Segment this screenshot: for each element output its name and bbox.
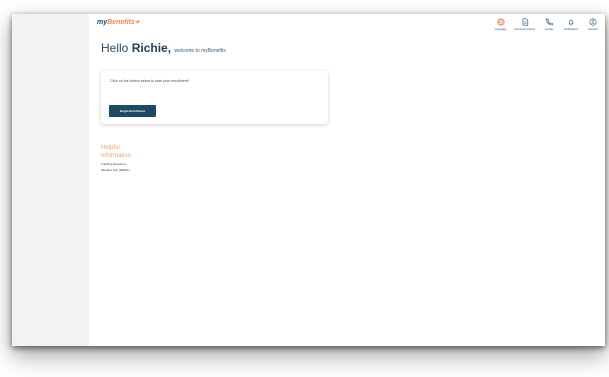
nav-contact[interactable]: Contact xyxy=(541,17,557,31)
globe-icon xyxy=(496,17,505,26)
greeting: Hello Richie, welcome to myBenefits xyxy=(101,41,226,55)
logo-star-icon: ✦ xyxy=(134,20,140,26)
helpful-link-member-doc[interactable]: Member Doc (EBHS) › xyxy=(101,168,131,174)
nav-account[interactable]: Account xyxy=(585,17,601,31)
phone-icon xyxy=(545,17,554,26)
greeting-hello: Hello xyxy=(101,41,129,55)
main-area: myBenefits✦ Language Document Library Co… xyxy=(89,14,605,346)
helpful-link-tracking-sessions[interactable]: Tracking Sessions › xyxy=(101,162,131,168)
nav-language[interactable]: Language xyxy=(493,17,509,31)
begin-enrollment-button[interactable]: Begin Enrollment xyxy=(109,105,156,117)
logo-benefits: Benefits xyxy=(107,19,135,26)
helpful-information-title: Helpful Information xyxy=(101,145,132,159)
left-sidebar xyxy=(12,14,89,346)
nav-document-library[interactable]: Document Library xyxy=(515,17,535,31)
nav-notifications-label: Notifications xyxy=(563,28,579,31)
nav-language-label: Language xyxy=(494,28,507,31)
nav-account-label: Account xyxy=(588,28,598,31)
logo-my: my xyxy=(97,19,108,26)
logo[interactable]: myBenefits✦ xyxy=(97,19,140,26)
bell-icon xyxy=(567,17,576,26)
helpful-information: Helpful Information Tracking Sessions › … xyxy=(101,144,131,173)
greeting-welcome: welcome to myBenefits xyxy=(174,48,226,54)
user-icon xyxy=(589,17,598,26)
helpful-links: Tracking Sessions › Member Doc (EBHS) › xyxy=(101,162,131,173)
enrollment-instruction: Click on the button below to start your … xyxy=(110,79,189,83)
greeting-user-name: Richie, xyxy=(131,41,172,55)
document-icon xyxy=(520,17,529,26)
nav-contact-label: Contact xyxy=(544,28,554,31)
app-window: myBenefits✦ Language Document Library Co… xyxy=(12,14,605,346)
nav-notifications[interactable]: Notifications xyxy=(563,17,579,31)
enrollment-card: Click on the button below to start your … xyxy=(101,71,328,124)
nav-document-library-label: Document Library xyxy=(514,28,535,31)
top-navigation: Language Document Library Contact Notifi… xyxy=(493,17,601,31)
